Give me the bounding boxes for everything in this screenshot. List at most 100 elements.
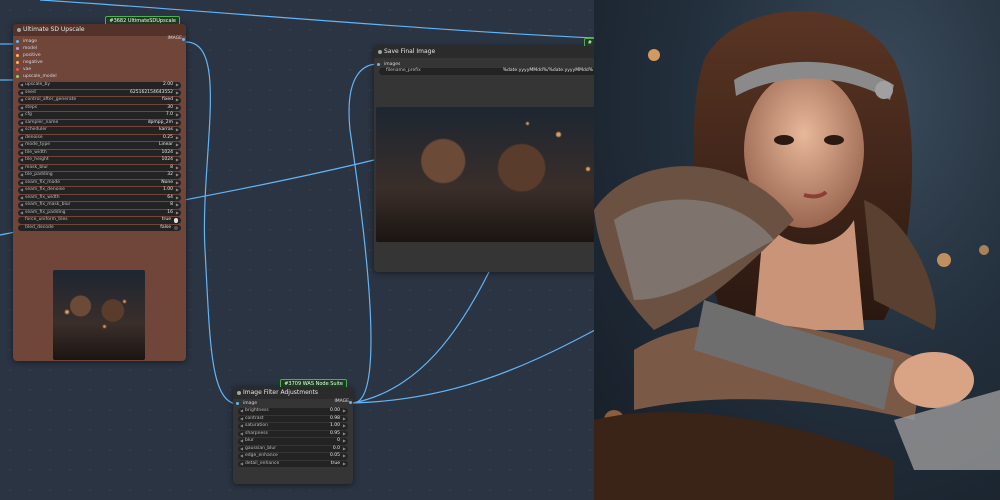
toggle-detail-enhance[interactable]: ◀ detail_enhance true ▶ — [238, 460, 348, 467]
input-pin-icon[interactable] — [377, 63, 380, 66]
widget-control-after-generate[interactable]: ◀ control_after_generate fixed ▶ — [18, 97, 181, 104]
input-slot-upscale-model[interactable]: upscale_model — [13, 73, 186, 80]
decrement-arrow-icon: ◀ — [20, 142, 24, 147]
collapse-dot-icon[interactable] — [17, 28, 21, 32]
decrement-arrow-icon: ◀ — [240, 415, 244, 421]
widget-seam-fix-denoise[interactable]: ◀ seam_fix_denoise 1.00 ▶ — [18, 187, 181, 194]
full-image-preview — [594, 0, 1000, 500]
widget-tile-padding[interactable]: ◀ tile_padding 32 ▶ — [18, 172, 181, 179]
widget-mode-type[interactable]: ◀ mode_type Linear ▶ — [18, 142, 181, 149]
input-slot-negative[interactable]: negative — [13, 59, 186, 66]
input-pin-icon[interactable] — [16, 75, 19, 78]
decrement-arrow-icon: ◀ — [240, 430, 244, 436]
decrement-arrow-icon: ◀ — [240, 445, 244, 451]
toggle-on-icon — [173, 218, 178, 223]
wire-filter-right-1 — [352, 269, 491, 404]
increment-arrow-icon: ▶ — [175, 187, 179, 192]
widget-sharpness[interactable]: ◀ sharpness 0.95 ▶ — [238, 430, 348, 437]
node-title: Image Filter Adjustments — [243, 389, 319, 396]
increment-arrow-icon: ▶ — [175, 104, 179, 110]
input-slot-positive[interactable]: positive — [13, 52, 186, 59]
node-title-bar[interactable]: Save Final Image — [374, 46, 595, 58]
collapse-dot-icon[interactable] — [378, 50, 382, 54]
increment-arrow-icon: ▶ — [175, 209, 179, 215]
increment-arrow-icon: ▶ — [175, 97, 179, 102]
increment-arrow-icon: ▶ — [175, 112, 179, 117]
input-pin-icon[interactable] — [236, 402, 239, 405]
node-title-bar[interactable]: Image Filter Adjustments — [233, 387, 353, 399]
input-slot-images[interactable]: images — [374, 61, 595, 68]
widget-blur[interactable]: ◀ blur 0 ▶ — [238, 438, 348, 445]
widget-upscale-by[interactable]: ◀ upscale_by 2.00 ▶ — [18, 82, 181, 89]
increment-arrow-icon: ▶ — [342, 423, 346, 428]
decrement-arrow-icon: ◀ — [20, 172, 24, 177]
input-pin-icon[interactable] — [16, 68, 19, 71]
widget-scheduler[interactable]: ◀ scheduler karras ▶ — [18, 127, 181, 134]
saved-image-preview[interactable] — [376, 107, 595, 242]
input-pin-icon[interactable] — [16, 40, 19, 43]
widget-seam-fix-width[interactable]: ◀ seam_fix_width 64 ▶ — [18, 194, 181, 201]
widget-edge-enhance[interactable]: ◀ edge_enhance 0.05 ▶ — [238, 453, 348, 460]
widget-seam-fix-padding[interactable]: ◀ seam_fix_padding 16 ▶ — [18, 209, 181, 216]
input-slot-image[interactable]: image — [13, 38, 186, 45]
toggle-tiled-decode[interactable]: tiled_decode false — [18, 224, 181, 231]
widget-filename-prefix[interactable]: filename_prefix %date:yyyyMMdd%/%date:yyy… — [379, 68, 595, 75]
decrement-arrow-icon: ◀ — [20, 112, 24, 117]
input-pin-icon[interactable] — [16, 54, 19, 57]
decrement-arrow-icon: ◀ — [20, 149, 24, 155]
widget-tile-width[interactable]: ◀ tile_width 1024 ▶ — [18, 149, 181, 156]
decrement-arrow-icon: ◀ — [240, 453, 244, 458]
increment-arrow-icon: ▶ — [342, 415, 346, 421]
increment-arrow-icon: ▶ — [175, 119, 179, 125]
widget-mask-blur[interactable]: ◀ mask_blur 8 ▶ — [18, 164, 181, 171]
decrement-arrow-icon: ◀ — [240, 423, 244, 428]
increment-arrow-icon: ▶ — [342, 430, 346, 436]
input-pin-icon[interactable] — [16, 47, 19, 50]
increment-arrow-icon: ▶ — [175, 157, 179, 162]
decrement-arrow-icon: ◀ — [20, 209, 24, 215]
widget-contrast[interactable]: ◀ contrast 0.98 ▶ — [238, 415, 348, 422]
decrement-arrow-icon: ◀ — [240, 460, 244, 466]
decrement-arrow-icon: ◀ — [20, 97, 24, 102]
warrior-portrait-image — [594, 11, 1000, 500]
node-graph-canvas[interactable]: #3682 UltimateSDUpscale Ultimate SD Upsc… — [0, 0, 595, 500]
input-pin-icon[interactable] — [16, 61, 19, 64]
collapse-dot-icon[interactable] — [237, 391, 241, 395]
increment-arrow-icon: ▶ — [342, 438, 346, 443]
widget-gaussian-blur[interactable]: ◀ gaussian_blur 0.0 ▶ — [238, 445, 348, 452]
increment-arrow-icon: ▶ — [175, 89, 179, 95]
widget-seam-fix-mode[interactable]: ◀ seam_fix_mode None ▶ — [18, 179, 181, 186]
widget-sampler-name[interactable]: ◀ sampler_name dpmpp_2m ▶ — [18, 119, 181, 126]
widget-tile-height[interactable]: ◀ tile_height 1024 ▶ — [18, 157, 181, 164]
increment-arrow-icon: ▶ — [175, 172, 179, 177]
widget-saturation[interactable]: ◀ saturation 1.00 ▶ — [238, 423, 348, 430]
node-title-bar[interactable]: Ultimate SD Upscale — [13, 24, 186, 36]
decrement-arrow-icon: ◀ — [20, 202, 24, 207]
increment-arrow-icon: ▶ — [342, 445, 346, 451]
image-filter-adjustments-node[interactable]: #3709 WAS Node Suite Image Filter Adjust… — [233, 379, 353, 484]
widget-brightness[interactable]: ◀ brightness 0.00 ▶ — [238, 408, 348, 415]
widget-steps[interactable]: ◀ steps 30 ▶ — [18, 104, 181, 111]
decrement-arrow-icon: ◀ — [20, 179, 24, 185]
save-final-image-node[interactable]: # Save Final Image images filename_prefi… — [374, 38, 595, 272]
widget-cfg[interactable]: ◀ cfg 7.0 ▶ — [18, 112, 181, 119]
increment-arrow-icon: ▶ — [175, 194, 179, 200]
widget-denoise[interactable]: ◀ denoise 0.25 ▶ — [18, 134, 181, 141]
ultimate-sd-upscale-node[interactable]: #3682 UltimateSDUpscale Ultimate SD Upsc… — [13, 16, 186, 361]
input-slot-image[interactable]: image — [233, 400, 353, 407]
decrement-arrow-icon: ◀ — [20, 89, 24, 95]
toggle-force-uniform-tiles[interactable]: force_uniform_tiles true — [18, 217, 181, 224]
increment-arrow-icon: ▶ — [342, 408, 346, 413]
increment-arrow-icon: ▶ — [175, 164, 179, 170]
node-title: Ultimate SD Upscale — [23, 26, 85, 33]
input-slot-vae[interactable]: vae — [13, 66, 186, 73]
upscale-preview-thumbnail[interactable] — [53, 270, 145, 360]
decrement-arrow-icon: ◀ — [20, 157, 24, 162]
wire-filter-right-2 — [352, 329, 595, 404]
increment-arrow-icon: ▶ — [175, 127, 179, 132]
input-slot-model[interactable]: model — [13, 45, 186, 52]
widget-seam-fix-mask-blur[interactable]: ◀ seam_fix_mask_blur 8 ▶ — [18, 202, 181, 209]
decrement-arrow-icon: ◀ — [20, 194, 24, 200]
increment-arrow-icon: ▶ — [175, 82, 179, 87]
widget-seed[interactable]: ◀ seed 625162154643552 ▶ — [18, 89, 181, 96]
